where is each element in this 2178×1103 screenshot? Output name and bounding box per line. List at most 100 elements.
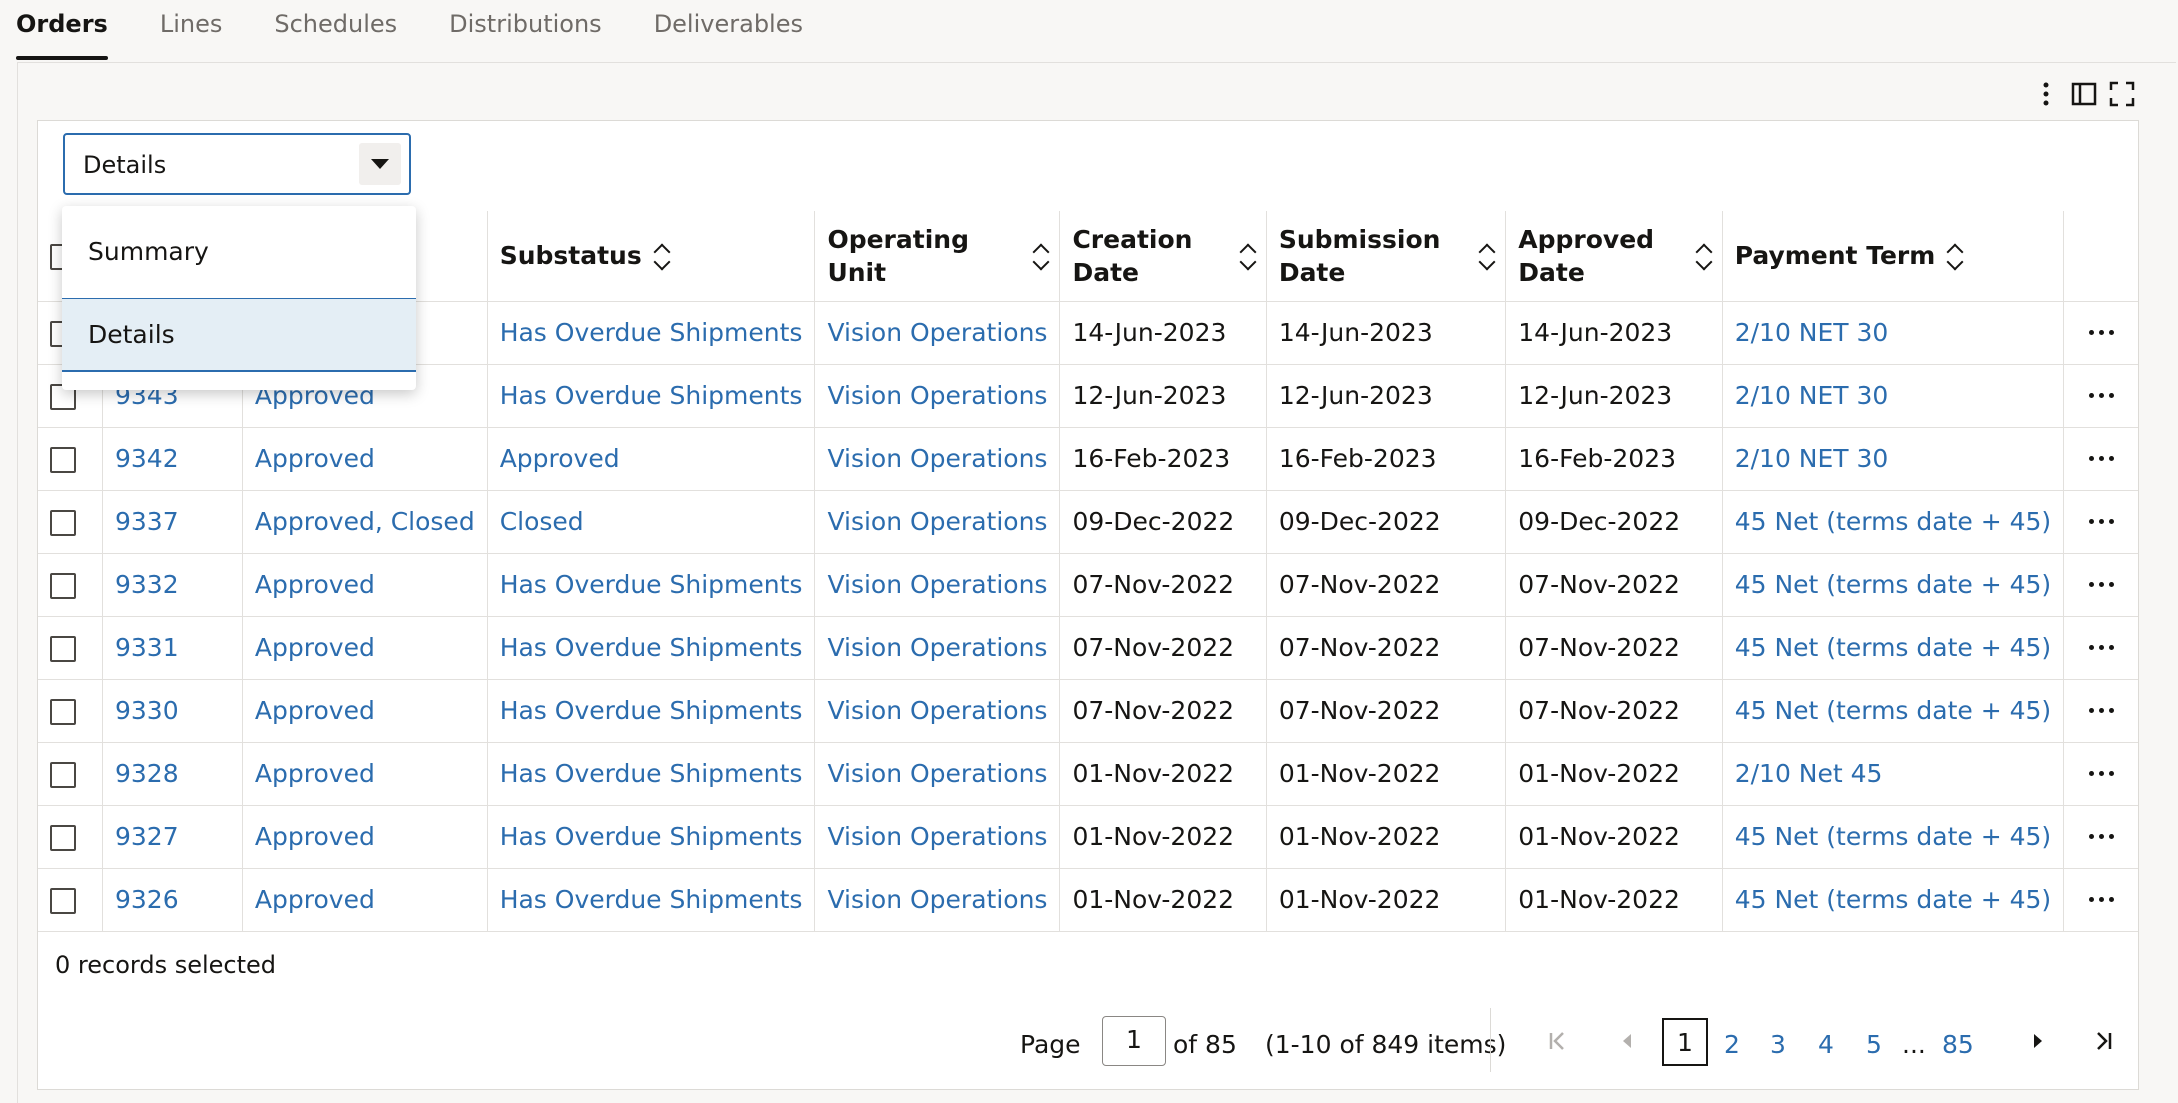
order-number-link[interactable]: 9331 [115, 633, 179, 662]
more-actions-icon[interactable] [2076, 708, 2126, 713]
table-row[interactable]: 9331 Approved Has Overdue Shipments Vision … [38, 616, 2138, 680]
operating-unit-link[interactable]: Vision Operations [827, 507, 1047, 536]
more-actions-icon[interactable] [2076, 897, 2126, 902]
payment-term-link[interactable]: 45 Net (terms date + 45) [1735, 570, 2051, 599]
more-actions-icon[interactable] [2076, 330, 2126, 335]
payment-term-link[interactable]: 2/10 NET 30 [1735, 318, 1889, 347]
status-link[interactable]: Approved [255, 633, 375, 662]
more-actions-icon[interactable] [2076, 645, 2126, 650]
table-row[interactable]: 9330 Approved Has Overdue Shipments Vision … [38, 679, 2138, 743]
sort-icon[interactable] [1695, 243, 1713, 271]
substatus-link[interactable]: Closed [500, 507, 584, 536]
substatus-link[interactable]: Has Overdue Shipments [500, 570, 803, 599]
order-number-link[interactable]: 9328 [115, 759, 179, 788]
status-link[interactable]: Approved [255, 696, 375, 725]
page-number[interactable]: 3 [1770, 1030, 1786, 1059]
fullscreen-icon[interactable] [2108, 80, 2136, 108]
tab-deliverables[interactable]: Deliverables [654, 0, 803, 60]
operating-unit-header[interactable]: Operating Unit [814, 211, 1061, 302]
status-link[interactable]: Approved, Closed [255, 507, 475, 536]
row-checkbox[interactable] [50, 699, 76, 725]
row-checkbox[interactable] [50, 510, 76, 536]
sort-icon[interactable] [653, 243, 671, 271]
table-row[interactable]: 9337 Approved, Closed Closed Vision Operati… [38, 490, 2138, 554]
more-actions-icon[interactable] [2076, 582, 2126, 587]
page-number[interactable]: 5 [1866, 1030, 1882, 1059]
tab-schedules[interactable]: Schedules [274, 0, 397, 60]
view-select[interactable]: Details [63, 133, 411, 195]
more-actions-icon[interactable] [2076, 771, 2126, 776]
operating-unit-link[interactable]: Vision Operations [827, 381, 1047, 410]
status-link[interactable]: Approved [255, 822, 375, 851]
row-checkbox[interactable] [50, 762, 76, 788]
table-row[interactable]: 9328 Approved Has Overdue Shipments Vision … [38, 742, 2138, 806]
row-checkbox[interactable] [50, 636, 76, 662]
sort-icon[interactable] [1478, 243, 1496, 271]
page-number[interactable]: 4 [1818, 1030, 1834, 1059]
operating-unit-link[interactable]: Vision Operations [827, 696, 1047, 725]
payment-term-link[interactable]: 45 Net (terms date + 45) [1735, 507, 2051, 536]
more-vertical-icon[interactable] [2032, 80, 2060, 108]
page-number[interactable]: 2 [1724, 1030, 1740, 1059]
order-number-link[interactable]: 9337 [115, 507, 179, 536]
row-checkbox[interactable] [50, 573, 76, 599]
row-checkbox[interactable] [50, 447, 76, 473]
status-link[interactable]: Approved [255, 570, 375, 599]
option-summary[interactable]: Summary [62, 214, 416, 288]
order-number-link[interactable]: 9330 [115, 696, 179, 725]
sort-icon[interactable] [1239, 243, 1257, 271]
payment-term-header[interactable]: Payment Term [1722, 211, 2065, 302]
substatus-link[interactable]: Has Overdue Shipments [500, 696, 803, 725]
payment-term-link[interactable]: 45 Net (terms date + 45) [1735, 885, 2051, 914]
more-actions-icon[interactable] [2076, 393, 2126, 398]
more-actions-icon[interactable] [2076, 834, 2126, 839]
substatus-link[interactable]: Has Overdue Shipments [500, 633, 803, 662]
operating-unit-link[interactable]: Vision Operations [827, 885, 1047, 914]
substatus-link[interactable]: Has Overdue Shipments [500, 381, 803, 410]
row-checkbox[interactable] [50, 888, 76, 914]
sort-icon[interactable] [1032, 243, 1050, 271]
creation-date-header[interactable]: Creation Date [1059, 211, 1267, 302]
order-number-link[interactable]: 9342 [115, 444, 179, 473]
status-link[interactable]: Approved [255, 759, 375, 788]
more-actions-icon[interactable] [2076, 519, 2126, 524]
order-number-link[interactable]: 9326 [115, 885, 179, 914]
status-link[interactable]: Approved [255, 885, 375, 914]
status-link[interactable]: Approved [255, 444, 375, 473]
option-details[interactable]: Details [62, 298, 416, 372]
order-number-link[interactable]: 9332 [115, 570, 179, 599]
page-number-current[interactable]: 1 [1662, 1018, 1708, 1066]
more-actions-icon[interactable] [2076, 456, 2126, 461]
payment-term-link[interactable]: 45 Net (terms date + 45) [1735, 696, 2051, 725]
payment-term-link[interactable]: 2/10 Net 45 [1735, 759, 1883, 788]
operating-unit-link[interactable]: Vision Operations [827, 444, 1047, 473]
payment-term-link[interactable]: 2/10 NET 30 [1735, 381, 1889, 410]
operating-unit-link[interactable]: Vision Operations [827, 318, 1047, 347]
substatus-link[interactable]: Has Overdue Shipments [500, 318, 803, 347]
operating-unit-link[interactable]: Vision Operations [827, 759, 1047, 788]
chevron-down-icon[interactable] [359, 143, 401, 185]
page-input[interactable]: 1 [1102, 1016, 1166, 1066]
prev-page-icon[interactable] [1612, 1026, 1642, 1056]
payment-term-link[interactable]: 2/10 NET 30 [1735, 444, 1889, 473]
table-row[interactable]: 9332 Approved Has Overdue Shipments Vision … [38, 553, 2138, 617]
operating-unit-link[interactable]: Vision Operations [827, 570, 1047, 599]
tab-orders[interactable]: Orders [16, 0, 108, 60]
submission-date-header[interactable]: Submission Date [1266, 211, 1507, 302]
substatus-header[interactable]: Substatus [487, 211, 816, 302]
panel-icon[interactable] [2070, 80, 2098, 108]
table-row[interactable]: 9327 Approved Has Overdue Shipments Vision … [38, 805, 2138, 869]
tab-distributions[interactable]: Distributions [449, 0, 602, 60]
operating-unit-link[interactable]: Vision Operations [827, 633, 1047, 662]
operating-unit-link[interactable]: Vision Operations [827, 822, 1047, 851]
table-row[interactable]: 9342 Approved Approved Vision Operations 16-… [38, 427, 2138, 491]
table-row[interactable]: 9326 Approved Has Overdue Shipments Vision … [38, 868, 2138, 932]
first-page-icon[interactable] [1543, 1026, 1573, 1056]
payment-term-link[interactable]: 45 Net (terms date + 45) [1735, 822, 2051, 851]
last-page-icon[interactable] [2088, 1026, 2118, 1056]
next-page-icon[interactable] [2023, 1026, 2053, 1056]
sort-icon[interactable] [1946, 243, 1964, 271]
substatus-link[interactable]: Has Overdue Shipments [500, 885, 803, 914]
approved-date-header[interactable]: Approved Date [1505, 211, 1723, 302]
tab-lines[interactable]: Lines [160, 0, 223, 60]
